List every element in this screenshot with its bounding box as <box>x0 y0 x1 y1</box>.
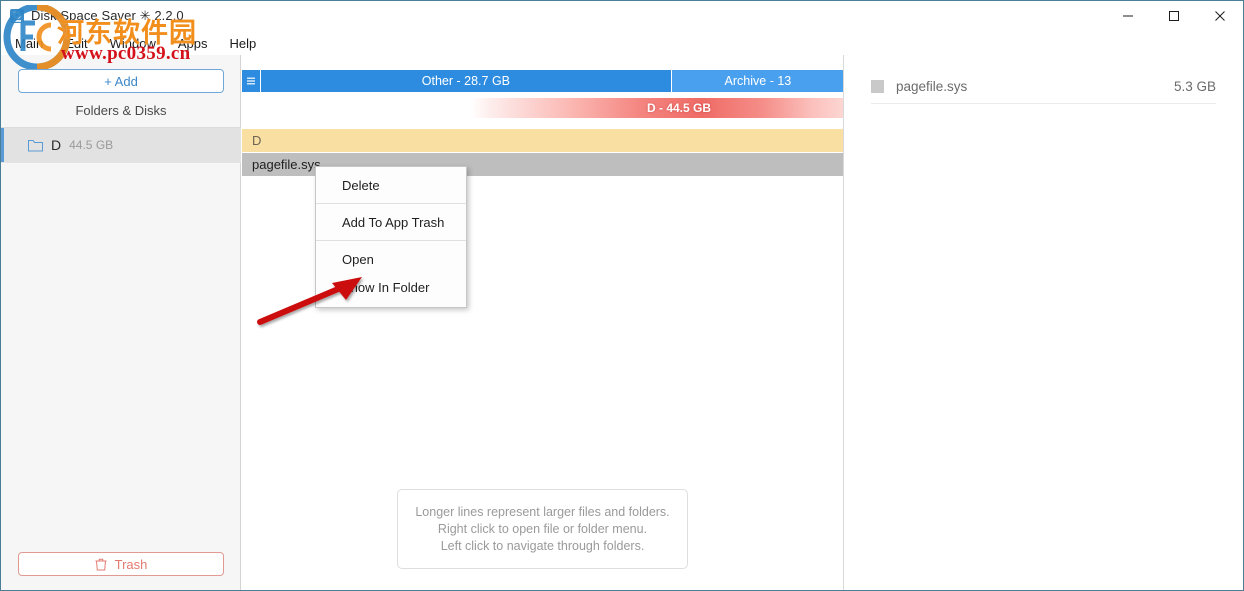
details-file-name: pagefile.sys <box>896 78 968 94</box>
hint-line-2: Right click to open file or folder menu. <box>437 522 648 536</box>
context-menu-item-delete[interactable]: Delete <box>316 171 466 199</box>
details-file-size: 5.3 GB <box>1173 78 1216 94</box>
usage-hint-box: Longer lines represent larger files and … <box>397 489 688 569</box>
hint-line-1: Longer lines represent larger files and … <box>415 505 670 519</box>
folder-icon <box>28 139 43 151</box>
folder-row-d[interactable]: D <box>242 129 843 152</box>
menu-item-main[interactable]: Main <box>15 36 43 51</box>
total-size-bar[interactable]: D - 44.5 GB <box>242 98 843 118</box>
details-file-entry[interactable]: pagefile.sys 5.3 GB <box>871 69 1216 103</box>
trash-button[interactable]: Trash <box>18 552 224 576</box>
hamburger-menu-button[interactable] <box>242 70 260 92</box>
category-segment-archive[interactable]: Archive - 13 <box>671 70 843 92</box>
folders-disks-label: Folders & Disks <box>75 103 167 118</box>
disk-name: D <box>51 137 62 153</box>
sidebar-item-disk-d[interactable]: D 44.5 GB <box>1 128 241 162</box>
context-menu-item-add-to-app-trash[interactable]: Add To App Trash <box>316 208 466 236</box>
context-menu: Delete Add To App Trash Open Show In Fol… <box>315 166 467 308</box>
trash-icon <box>95 558 107 570</box>
sidebar-item-divider <box>1 162 241 163</box>
total-size-bar-label: D - 44.5 GB <box>647 101 712 115</box>
menu-item-apps[interactable]: Apps <box>178 36 208 51</box>
context-menu-item-show-in-folder[interactable]: Show In Folder <box>316 273 466 301</box>
disk-size: 44.5 GB <box>69 138 114 152</box>
menu-bar: Main Edit Window Apps Help <box>1 31 1243 55</box>
details-entry-divider <box>871 103 1216 104</box>
hint-line-3: Left click to navigate through folders. <box>440 539 645 553</box>
maximize-button[interactable] <box>1151 1 1197 31</box>
application-window: Disk Space Saver ✳ 2.2.0 Main Edit Windo… <box>0 0 1244 591</box>
menu-item-help[interactable]: Help <box>229 36 256 51</box>
category-segment-other[interactable]: Other - 28.7 GB <box>261 70 671 92</box>
window-controls <box>1105 1 1243 31</box>
menu-item-window[interactable]: Window <box>110 36 156 51</box>
maximize-icon <box>1169 11 1179 21</box>
close-button[interactable] <box>1197 1 1243 31</box>
sidebar: + Add Folders & Disks D 44.5 GB Trash <box>1 55 241 590</box>
context-menu-item-open[interactable]: Open <box>316 245 466 273</box>
hamburger-icon <box>247 77 255 85</box>
category-bar: Other - 28.7 GB Archive - 13 <box>242 70 843 92</box>
context-menu-separator <box>316 203 466 204</box>
title-bar: Disk Space Saver ✳ 2.2.0 <box>1 1 1243 31</box>
minimize-icon <box>1123 15 1133 17</box>
menu-item-edit[interactable]: Edit <box>65 36 87 51</box>
minimize-button[interactable] <box>1105 1 1151 31</box>
window-title: Disk Space Saver ✳ 2.2.0 <box>31 8 184 23</box>
add-button[interactable]: + Add <box>18 69 224 93</box>
file-color-swatch-icon <box>871 79 884 93</box>
context-menu-separator <box>316 240 466 241</box>
trash-button-label: Trash <box>114 556 148 572</box>
main-content-area: Other - 28.7 GB Archive - 13 D - 44.5 GB… <box>242 55 844 590</box>
details-panel: pagefile.sys 5.3 GB <box>845 55 1243 590</box>
close-icon <box>1215 11 1225 21</box>
disk-drive-icon <box>10 9 24 23</box>
